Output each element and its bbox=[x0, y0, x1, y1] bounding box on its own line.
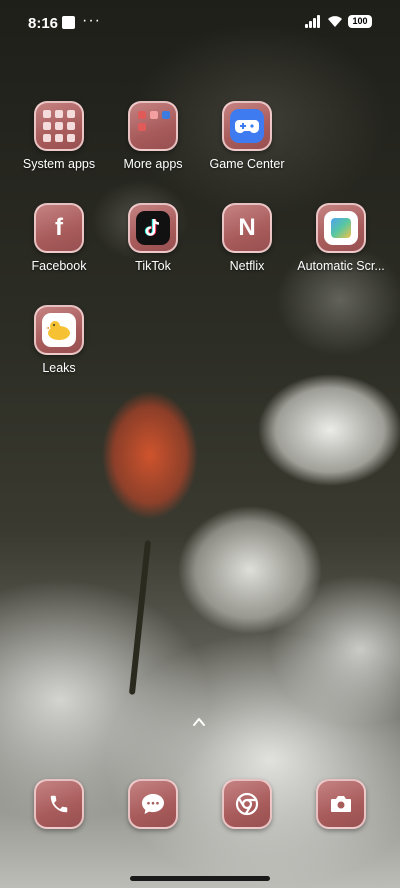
signal-icon bbox=[305, 15, 322, 28]
app-drawer-chevron-icon[interactable] bbox=[192, 715, 206, 729]
home-indicator[interactable] bbox=[130, 876, 270, 881]
status-bar: 8:16 ··· 100 bbox=[0, 0, 400, 46]
chrome-icon bbox=[222, 779, 272, 829]
leaks-icon bbox=[34, 305, 84, 355]
camera-icon bbox=[316, 779, 366, 829]
app-more-apps[interactable]: More apps bbox=[106, 101, 200, 171]
dock-messages[interactable] bbox=[106, 779, 200, 829]
dock-camera[interactable] bbox=[294, 779, 388, 829]
status-time: 8:16 bbox=[28, 15, 59, 32]
notification-icon bbox=[62, 16, 75, 29]
tiktok-icon bbox=[128, 203, 178, 253]
wallpaper-tulip-stem bbox=[128, 540, 152, 695]
app-leaks[interactable]: Leaks bbox=[12, 305, 106, 375]
app-game-center[interactable]: Game Center bbox=[200, 101, 294, 171]
app-facebook[interactable]: f Facebook bbox=[12, 203, 106, 273]
phone-icon bbox=[34, 779, 84, 829]
wifi-icon bbox=[328, 16, 342, 27]
automatic-screenshot-icon bbox=[316, 203, 366, 253]
messages-icon bbox=[128, 779, 178, 829]
battery-icon: 100 bbox=[348, 15, 372, 28]
app-label: Game Center bbox=[209, 157, 285, 171]
netflix-icon: N bbox=[222, 203, 272, 253]
app-label: More apps bbox=[123, 157, 183, 171]
app-netflix[interactable]: N Netflix bbox=[200, 203, 294, 273]
app-label: Leaks bbox=[42, 361, 76, 375]
home-screen: 8:16 ··· 100 System apps More apps Game … bbox=[0, 0, 400, 888]
game-center-icon bbox=[222, 101, 272, 151]
system-apps-folder-icon bbox=[34, 101, 84, 151]
app-tiktok[interactable]: TikTok bbox=[106, 203, 200, 273]
more-apps-folder-icon bbox=[128, 101, 178, 151]
facebook-icon: f bbox=[34, 203, 84, 253]
app-system-apps[interactable]: System apps bbox=[12, 101, 106, 171]
dock-phone[interactable] bbox=[12, 779, 106, 829]
dock-chrome[interactable] bbox=[200, 779, 294, 829]
app-label: System apps bbox=[22, 157, 96, 171]
app-label: Facebook bbox=[31, 259, 87, 273]
app-label: Automatic Scr... bbox=[297, 259, 385, 273]
app-label: Netflix bbox=[229, 259, 265, 273]
more-notifications-icon: ··· bbox=[82, 12, 101, 29]
app-automatic-scr[interactable]: Automatic Scr... bbox=[294, 203, 388, 273]
app-label: TikTok bbox=[135, 259, 171, 273]
